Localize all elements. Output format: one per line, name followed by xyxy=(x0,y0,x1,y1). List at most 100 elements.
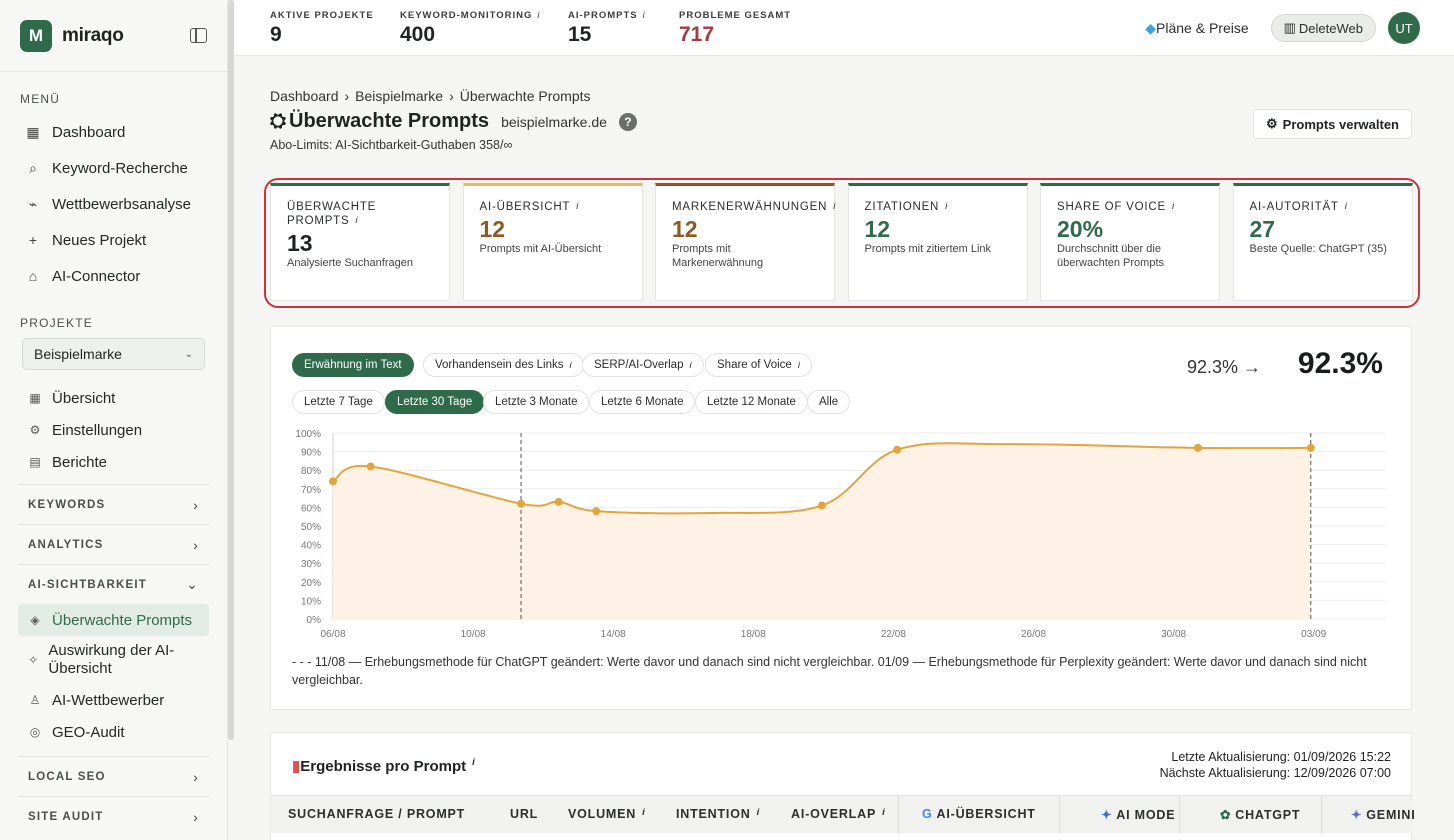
time-range-tab[interactable]: Alle xyxy=(807,390,851,414)
group-local-seo[interactable]: LOCAL SEO › xyxy=(18,756,209,796)
metric-tab[interactable]: Vorhandensein des Links i xyxy=(423,353,584,377)
group-ai-visibility[interactable]: AI-SICHTBARKEIT ⌄ xyxy=(18,564,209,604)
project-item-0[interactable]: ▦ Übersicht xyxy=(0,382,227,414)
data-point xyxy=(893,445,902,454)
kpi-sub: Prompts mit zitiertem Link xyxy=(864,243,992,255)
kpi-sub: Beste Quelle: ChatGPT (35) xyxy=(1249,243,1387,255)
info-icon[interactable]: i xyxy=(945,201,948,212)
kpi-label: AI-AUTORITÄT i xyxy=(1249,201,1348,213)
column-header[interactable]: SUCHANFRAGE / PROMPT xyxy=(288,807,465,821)
column-header[interactable]: INTENTION i xyxy=(676,807,760,821)
time-range-tab[interactable]: Letzte 12 Monate xyxy=(695,390,808,414)
kpi-sub: Prompts mit Markenerwähnung xyxy=(672,243,764,269)
metric-tab[interactable]: Share of Voice i xyxy=(705,353,812,377)
y-tick-label: 70% xyxy=(301,485,321,496)
chart-card: Erwähnung im Text Vorhandensein des Links… xyxy=(270,326,1412,710)
kpi-value: 12 xyxy=(479,216,506,242)
breadcrumb-item[interactable]: Dashboard xyxy=(270,88,339,104)
x-tick-label: 18/08 xyxy=(741,629,766,640)
next-update: Nächste Aktualisierung: 12/09/2026 07:00 xyxy=(1159,766,1391,780)
main-content: Dashboard › Beispielmarke › Überwachte Promp… xyxy=(234,56,1454,840)
ai-item-1[interactable]: ✧ Auswirkung der AI-Übersicht xyxy=(0,636,209,684)
y-tick-label: 60% xyxy=(301,503,321,514)
ai-item-0[interactable]: ◈ Überwachte Prompts xyxy=(18,604,209,636)
group-analytics[interactable]: ANALYTICS › xyxy=(18,524,209,564)
project-item-label: Berichte xyxy=(52,453,108,471)
compass-icon: ◎ xyxy=(29,725,41,739)
ai-item-label: AI-Wettbewerber xyxy=(52,691,165,709)
info-icon[interactable]: i xyxy=(570,360,572,371)
ai-item-2[interactable]: ♙ AI-Wettbewerber xyxy=(0,684,209,716)
time-range-tab[interactable]: Letzte 7 Tage xyxy=(292,390,385,414)
logo-icon[interactable]: M xyxy=(20,19,52,52)
kpi-label: SHARE OF VOICE i xyxy=(1057,201,1175,213)
breadcrumb: Dashboard › Beispielmarke › Überwachte Promp… xyxy=(270,88,591,104)
group-keywords[interactable]: KEYWORDS › xyxy=(18,484,209,524)
group-local-seo-label: LOCAL SEO xyxy=(28,770,106,783)
sidebar-collapse-icon[interactable] xyxy=(190,28,207,43)
help-icon[interactable]: ? xyxy=(618,112,637,131)
project-select[interactable]: Beispielmarke ⌄ xyxy=(22,338,205,370)
column-divider xyxy=(1321,796,1322,834)
info-icon[interactable]: i xyxy=(798,360,800,371)
project-item-2[interactable]: ▤ Berichte xyxy=(0,446,227,478)
group-site-audit[interactable]: SITE AUDIT › xyxy=(18,796,209,836)
time-range-tab[interactable]: Letzte 6 Monate xyxy=(589,390,696,414)
info-icon[interactable]: i xyxy=(689,360,691,371)
plans-link[interactable]: ◆Pläne & Preise xyxy=(1145,20,1248,37)
info-icon[interactable]: i xyxy=(882,807,885,818)
breadcrumb-item[interactable]: Beispielmarke xyxy=(355,88,443,104)
google-icon: G xyxy=(922,807,933,821)
info-icon[interactable]: i xyxy=(1345,201,1348,212)
time-range-tab[interactable]: Letzte 3 Monate xyxy=(483,390,590,414)
update-times: Letzte Aktualisierung: 01/09/2026 15:22 … xyxy=(1160,749,1391,781)
project-item-1[interactable]: ⚙ Einstellungen xyxy=(0,414,227,446)
info-icon[interactable]: i xyxy=(472,757,475,768)
x-tick-label: 10/08 xyxy=(461,629,486,640)
info-icon[interactable]: i xyxy=(757,807,760,818)
column-header[interactable]: G AI-ÜBERSICHT xyxy=(922,807,1036,821)
sidebar-item-dashboard[interactable]: ▦ Dashboard xyxy=(0,114,227,150)
column-header[interactable]: VOLUMEN i xyxy=(568,807,646,821)
results-title: ▮Ergebnisse pro Prompt i xyxy=(292,757,475,775)
x-tick-label: 03/09 xyxy=(1301,629,1326,640)
info-icon[interactable]: i xyxy=(642,807,645,818)
sidebar-item-label: Dashboard xyxy=(52,123,126,141)
column-header[interactable]: ✦ GEMINI xyxy=(1351,807,1416,822)
sidebar-item-ai-connector[interactable]: ⌂ AI-Connector xyxy=(0,258,227,294)
metric-tab[interactable]: SERP/AI-Overlap i xyxy=(582,353,704,377)
data-point xyxy=(1306,443,1315,452)
brand-name[interactable]: miraqo xyxy=(62,25,124,47)
top-stat-value: 9 xyxy=(270,23,282,46)
info-icon[interactable]: i xyxy=(833,201,836,212)
time-range-tab[interactable]: Letzte 30 Tage xyxy=(385,390,485,414)
top-stat-value: 15 xyxy=(568,23,592,46)
deleteweb-button[interactable]: ▥ DeleteWeb xyxy=(1270,14,1376,42)
avatar[interactable]: UT xyxy=(1388,12,1420,44)
sidebar-item-wettbewerbsanalyse[interactable]: ⌁ Wettbewerbsanalyse xyxy=(0,186,227,222)
info-icon[interactable]: i xyxy=(355,215,358,226)
page-title-text: Überwachte Prompts xyxy=(289,110,490,132)
deleteweb-label: DeleteWeb xyxy=(1298,20,1363,36)
building-icon: ▥ xyxy=(1283,20,1296,35)
ai-item-3[interactable]: ◎ GEO-Audit xyxy=(0,716,209,748)
results-card: ▮Ergebnisse pro Prompt i Letzte Aktualisi… xyxy=(270,732,1415,840)
info-icon[interactable]: i xyxy=(643,10,646,20)
sidebar-item-neues-projekt[interactable]: + Neues Projekt xyxy=(0,222,227,258)
y-tick-label: 90% xyxy=(301,448,321,459)
manage-prompts-button[interactable]: ⚙ Prompts verwalten xyxy=(1253,109,1412,139)
column-header[interactable]: ✿ CHATGPT xyxy=(1220,807,1300,822)
info-icon[interactable]: i xyxy=(1172,201,1175,212)
metric-tab[interactable]: Erwähnung im Text xyxy=(292,353,414,377)
group-analytics-label: ANALYTICS xyxy=(28,538,104,551)
column-header[interactable]: URL xyxy=(510,807,538,821)
data-point xyxy=(554,497,563,506)
top-stat: AKTIVE PROJEKTE 9 xyxy=(270,10,374,47)
top-stat-label: AI-PROMPTS i xyxy=(568,10,646,21)
column-header[interactable]: ✦ AI MODE xyxy=(1101,807,1175,822)
sidebar-item-keyword-recherche[interactable]: ⌕ Keyword-Recherche xyxy=(0,150,227,186)
info-icon[interactable]: i xyxy=(576,201,579,212)
column-header[interactable]: AI-OVERLAP i xyxy=(791,807,886,821)
info-icon[interactable]: i xyxy=(537,10,540,20)
document-icon: ▤ xyxy=(29,455,41,469)
